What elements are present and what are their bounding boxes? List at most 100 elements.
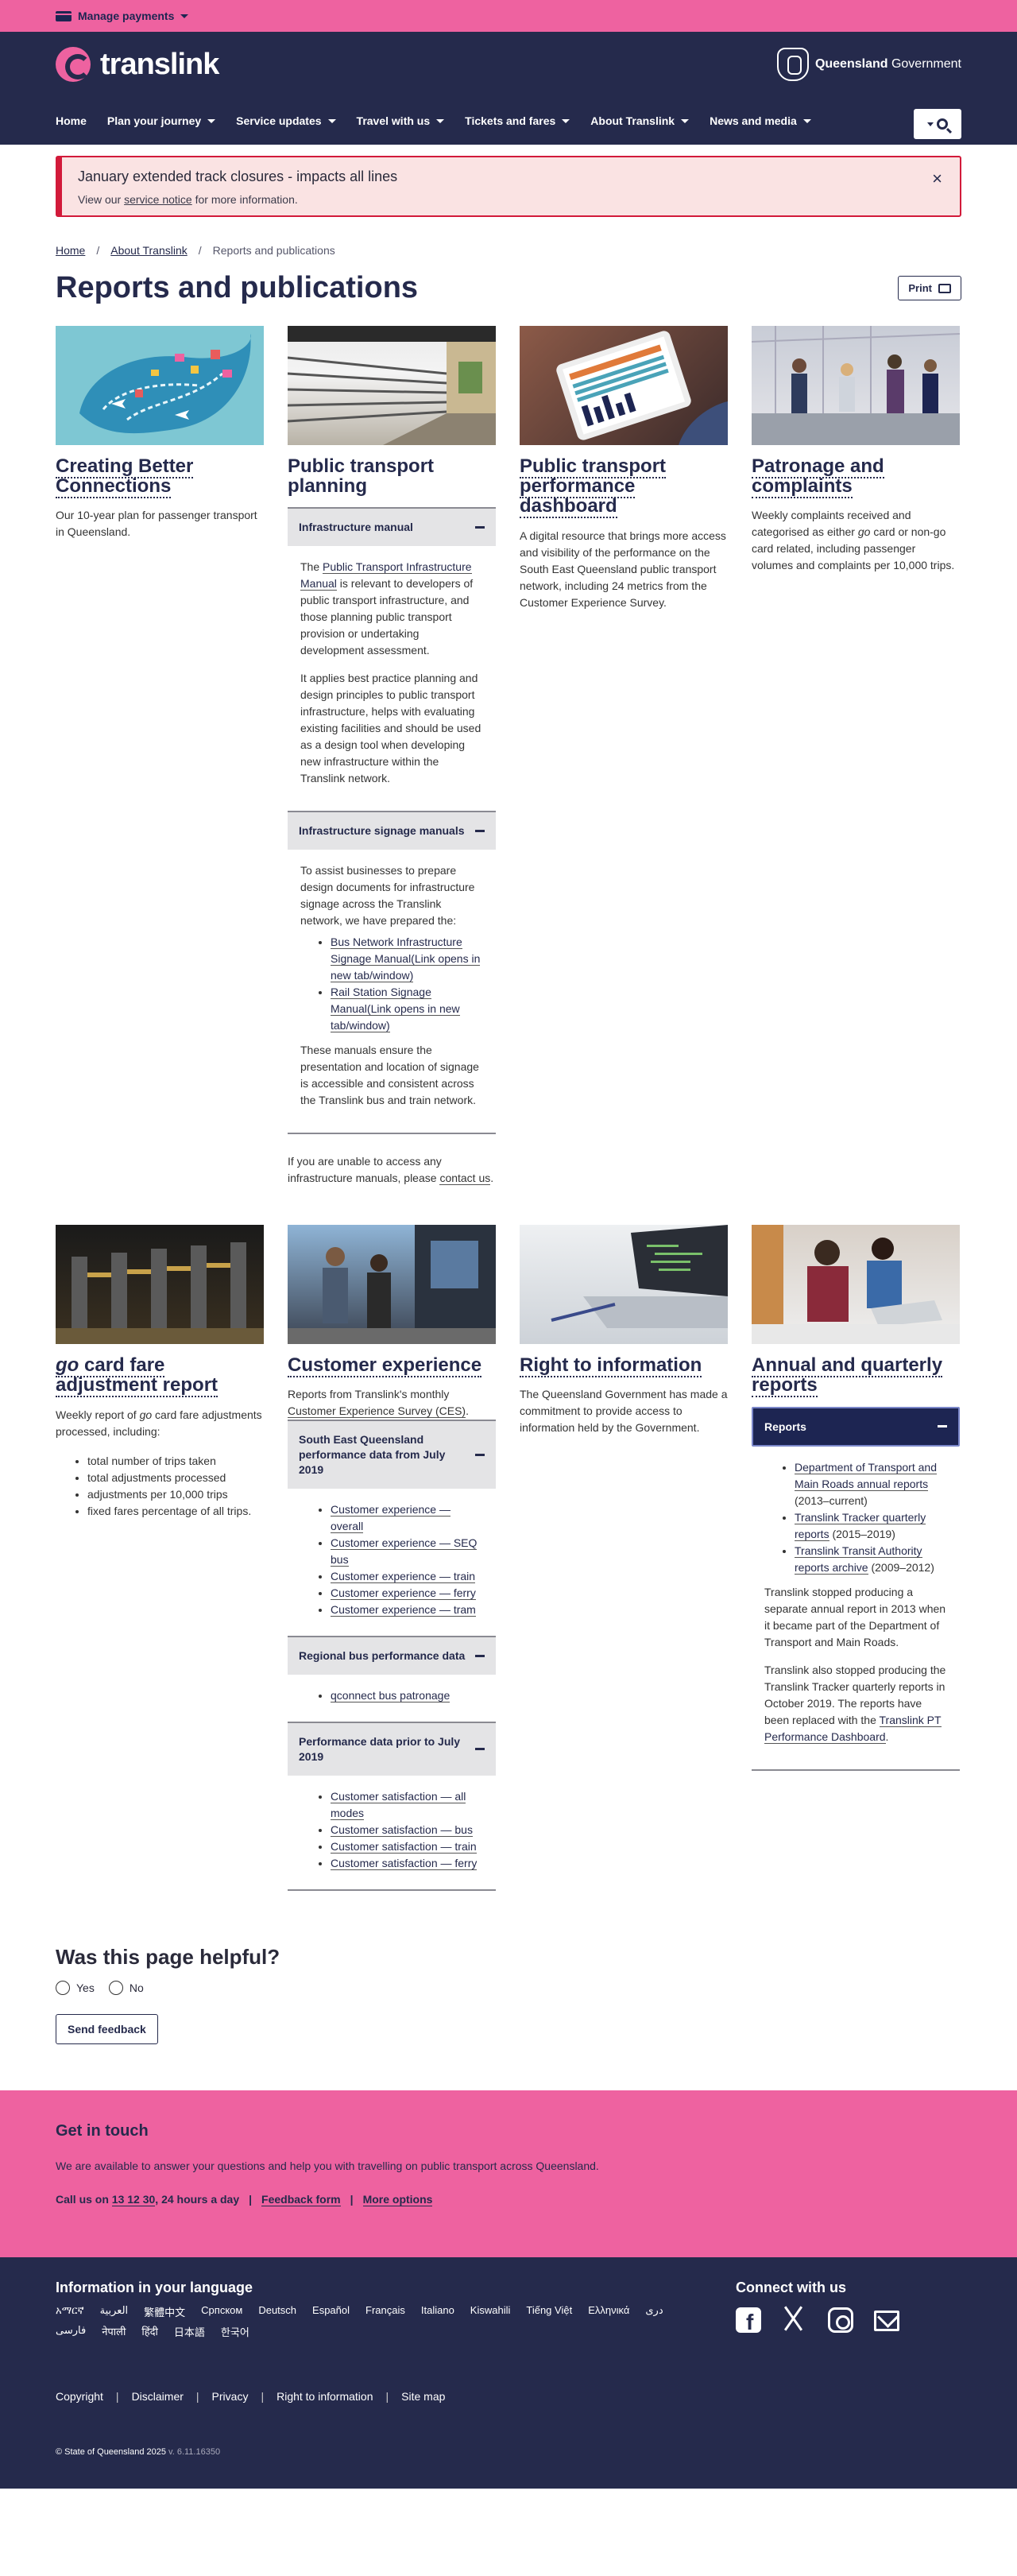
report-link[interactable]: Customer satisfaction — ferry	[331, 1856, 478, 1870]
close-icon[interactable]: ×	[932, 169, 942, 189]
card-title-link[interactable]: Annual and quarterly reports	[752, 1354, 943, 1398]
manage-payments-menu[interactable]: Manage payments	[56, 10, 189, 22]
accordion-header[interactable]: Regional bus performance data	[288, 1636, 496, 1675]
report-link[interactable]: Customer experience — ferry	[331, 1586, 476, 1601]
language-link[interactable]: नेपाली	[102, 2324, 126, 2339]
search-button[interactable]	[914, 109, 961, 139]
report-link[interactable]: Customer experience — overall	[331, 1503, 450, 1534]
accordion-header[interactable]: Reports	[752, 1406, 960, 1447]
annual-reports-image[interactable]	[752, 1225, 960, 1345]
language-link[interactable]: 한국어	[221, 2324, 249, 2339]
translink-logo[interactable]: translink	[56, 47, 219, 82]
feedback-form-link[interactable]: Feedback form	[261, 2193, 341, 2206]
language-link[interactable]: العربية	[100, 2304, 129, 2319]
nav-news-and-media[interactable]: News and media	[710, 114, 811, 127]
report-link[interactable]: qconnect bus patronage	[331, 1688, 450, 1702]
language-link[interactable]: አማርኛ	[56, 2304, 84, 2319]
send-feedback-button[interactable]: Send feedback	[56, 2013, 158, 2044]
card-title[interactable]: Annual and quarterly reports	[752, 1354, 960, 1398]
yes-radio[interactable]: Yes	[56, 1980, 95, 1995]
language-link[interactable]: Español	[312, 2304, 350, 2319]
card-title-link[interactable]: go card fare adjustment report	[56, 1354, 218, 1398]
nav-plan-your-journey[interactable]: Plan your journey	[107, 114, 216, 127]
customer-experience-image[interactable]	[288, 1225, 496, 1345]
fare-gates-image[interactable]	[56, 1225, 264, 1345]
rail-signage-manual-link[interactable]: Rail Station Signage Manual(Link opens i…	[331, 986, 460, 1033]
breadcrumb-home[interactable]: Home	[56, 244, 85, 257]
card-title-link[interactable]: Customer experience	[288, 1354, 482, 1378]
card-title[interactable]: Right to information	[520, 1354, 728, 1378]
language-link[interactable]: Deutsch	[258, 2304, 296, 2319]
card-title-link[interactable]: Creating Better Connections	[56, 455, 194, 499]
public-transport-planning-image[interactable]	[288, 326, 496, 445]
report-link[interactable]: Customer experience — SEQ bus	[331, 1536, 478, 1567]
card-title[interactable]: go card fare adjustment report	[56, 1354, 264, 1398]
email-subscribe-icon[interactable]	[874, 2310, 899, 2331]
print-button[interactable]: Print	[898, 276, 961, 300]
report-link[interactable]: Department of Transport and Main Roads a…	[795, 1461, 937, 1492]
accordion-header[interactable]: South East Queensland performance data f…	[288, 1420, 496, 1489]
report-link[interactable]: Customer satisfaction — all modes	[331, 1789, 466, 1820]
right-to-information-image[interactable]	[520, 1225, 728, 1345]
language-link[interactable]: Italiano	[421, 2304, 454, 2319]
card-title[interactable]: Patronage and complaints	[752, 455, 960, 499]
language-link[interactable]: 繁體中文	[144, 2304, 185, 2319]
x-icon[interactable]	[782, 2307, 807, 2333]
language-link[interactable]: Tiếng Việt	[526, 2304, 572, 2319]
service-notice-link[interactable]: service notice	[124, 193, 192, 206]
language-link[interactable]: فارسی	[56, 2324, 86, 2339]
list-item: total number of trips taken	[87, 1453, 264, 1470]
breadcrumb: Home / About Translink / Reports and pub…	[56, 244, 961, 257]
privacy-link[interactable]: Privacy	[212, 2390, 249, 2403]
site-map-link[interactable]: Site map	[401, 2390, 445, 2403]
facebook-icon[interactable]	[736, 2307, 761, 2335]
text: Call us on	[56, 2192, 112, 2206]
card-title-link[interactable]: Patronage and complaints	[752, 455, 884, 499]
patronage-complaints-image[interactable]	[752, 326, 960, 445]
copyright-notice: © State of Queensland 2025 v. 6.11.16350	[56, 2447, 961, 2457]
right-to-information-link[interactable]: Right to information	[276, 2390, 373, 2403]
go-brand-text: go	[139, 1408, 153, 1421]
breadcrumb-about-translink[interactable]: About Translink	[110, 244, 188, 257]
nav-travel-with-us[interactable]: Travel with us	[357, 114, 445, 127]
copyright-link[interactable]: Copyright	[56, 2390, 103, 2403]
nav-about-translink[interactable]: About Translink	[590, 114, 690, 127]
report-link[interactable]: Customer experience — tram	[331, 1603, 476, 1617]
nav-home[interactable]: Home	[56, 114, 87, 127]
card-title[interactable]: Public transport performance dashboard	[520, 455, 728, 519]
card-title[interactable]: Customer experience	[288, 1354, 496, 1378]
list-item: total adjustments processed	[87, 1470, 264, 1486]
language-link[interactable]: Ελληνικά	[588, 2304, 629, 2319]
queensland-government-logo[interactable]: Queensland Government	[776, 48, 961, 81]
nav-tickets-and-fares[interactable]: Tickets and fares	[465, 114, 570, 127]
disclaimer-link[interactable]: Disclaimer	[132, 2390, 184, 2403]
no-radio[interactable]: No	[108, 1980, 144, 1995]
phone-link[interactable]: 13 12 30	[111, 2192, 156, 2206]
language-link[interactable]: Kiswahili	[470, 2304, 511, 2319]
card-title[interactable]: Creating Better Connections	[56, 455, 264, 499]
report-link[interactable]: Customer experience — train	[331, 1570, 476, 1584]
nav-label: About Translink	[590, 114, 675, 127]
card-title-link[interactable]: Public transport performance dashboard	[520, 455, 667, 519]
ces-link[interactable]: Customer Experience Survey (CES)	[288, 1404, 466, 1419]
accordion-header[interactable]: Infrastructure manual	[288, 507, 496, 547]
report-link[interactable]: Customer satisfaction — train	[331, 1839, 477, 1854]
performance-dashboard-image[interactable]	[520, 326, 728, 445]
accordion-header[interactable]: Performance data prior to July 2019	[288, 1721, 496, 1776]
instagram-icon[interactable]	[828, 2307, 853, 2333]
language-link[interactable]: हिंदी	[141, 2324, 158, 2339]
card-title-link[interactable]: Right to information	[520, 1354, 702, 1378]
link-list: qconnect bus patronage	[331, 1687, 483, 1704]
nav-service-updates[interactable]: Service updates	[236, 114, 336, 127]
accordion-header[interactable]: Infrastructure signage manuals	[288, 811, 496, 850]
more-options-link[interactable]: More options	[362, 2193, 433, 2206]
contact-us-link[interactable]: contact us	[439, 1172, 491, 1186]
creating-better-connections-image[interactable]	[56, 326, 264, 445]
bus-signage-manual-link[interactable]: Bus Network Infrastructure Signage Manua…	[331, 935, 481, 983]
report-link[interactable]: Customer satisfaction — bus	[331, 1823, 473, 1837]
language-link[interactable]: Français	[365, 2304, 405, 2319]
card-go-card-fare-adjustment: go card fare adjustment report Weekly re…	[56, 1225, 264, 1891]
language-link[interactable]: دری	[645, 2304, 663, 2319]
language-link[interactable]: 日本語	[174, 2324, 205, 2339]
language-link[interactable]: Српском	[201, 2304, 242, 2319]
